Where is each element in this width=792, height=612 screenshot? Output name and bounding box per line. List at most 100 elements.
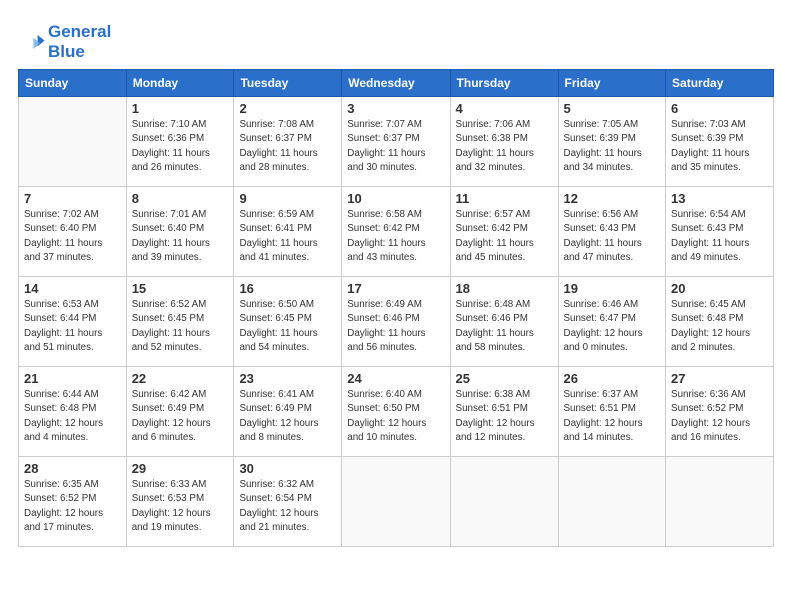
day-info: Sunrise: 7:10 AM Sunset: 6:36 PM Dayligh… [132,118,229,175]
day-number: 25 [456,371,553,386]
calendar-cell: 30 Sunrise: 6:32 AM Sunset: 6:54 PM Dayli… [234,457,342,547]
day-info: Sunrise: 6:32 AM Sunset: 6:54 PM Dayligh… [239,478,336,535]
calendar-cell: 15 Sunrise: 6:52 AM Sunset: 6:45 PM Dayli… [126,277,234,367]
day-info: Sunrise: 7:05 AM Sunset: 6:39 PM Dayligh… [564,118,661,175]
day-header-thursday: Thursday [450,70,558,97]
calendar-cell: 20 Sunrise: 6:45 AM Sunset: 6:48 PM Dayli… [666,277,774,367]
calendar-cell [19,97,127,187]
day-number: 9 [239,191,336,206]
day-info: Sunrise: 6:54 AM Sunset: 6:43 PM Dayligh… [671,208,768,265]
day-number: 2 [239,101,336,116]
calendar-cell: 21Sunrise: 6:44 AM Sunset: 6:48 PM Dayli… [19,367,127,457]
day-number: 28 [24,461,121,476]
page-container: General Blue SundayMondayTuesdayWednesda… [0,0,792,557]
calendar-cell [450,457,558,547]
calendar-cell: 4 Sunrise: 7:06 AM Sunset: 6:38 PM Daylig… [450,97,558,187]
calendar-cell: 13 Sunrise: 6:54 AM Sunset: 6:43 PM Dayli… [666,187,774,277]
calendar-cell: 1 Sunrise: 7:10 AM Sunset: 6:36 PM Daylig… [126,97,234,187]
day-number: 22 [132,371,229,386]
calendar-cell: 16 Sunrise: 6:50 AM Sunset: 6:45 PM Dayli… [234,277,342,367]
day-header-saturday: Saturday [666,70,774,97]
calendar-cell: 8 Sunrise: 7:01 AM Sunset: 6:40 PM Daylig… [126,187,234,277]
day-info: Sunrise: 6:44 AM Sunset: 6:48 PM Dayligh… [24,388,121,445]
day-info: Sunrise: 6:53 AM Sunset: 6:44 PM Dayligh… [24,298,121,355]
calendar-cell: 19Sunrise: 6:46 AM Sunset: 6:47 PM Dayli… [558,277,666,367]
day-info: Sunrise: 7:08 AM Sunset: 6:37 PM Dayligh… [239,118,336,175]
calendar-week-row: 28 Sunrise: 6:35 AM Sunset: 6:52 PM Dayli… [19,457,774,547]
day-info: Sunrise: 7:03 AM Sunset: 6:39 PM Dayligh… [671,118,768,175]
day-number: 27 [671,371,768,386]
day-number: 12 [564,191,661,206]
calendar-cell [666,457,774,547]
day-number: 30 [239,461,336,476]
day-info: Sunrise: 6:37 AM Sunset: 6:51 PM Dayligh… [564,388,661,445]
day-info: Sunrise: 6:41 AM Sunset: 6:49 PM Dayligh… [239,388,336,445]
calendar-cell: 10 Sunrise: 6:58 AM Sunset: 6:42 PM Dayli… [342,187,450,277]
calendar-cell: 5 Sunrise: 7:05 AM Sunset: 6:39 PM Daylig… [558,97,666,187]
day-number: 20 [671,281,768,296]
day-info: Sunrise: 6:59 AM Sunset: 6:41 PM Dayligh… [239,208,336,265]
day-header-monday: Monday [126,70,234,97]
day-info: Sunrise: 6:45 AM Sunset: 6:48 PM Dayligh… [671,298,768,355]
day-number: 10 [347,191,444,206]
day-number: 4 [456,101,553,116]
day-number: 8 [132,191,229,206]
calendar-week-row: 7 Sunrise: 7:02 AM Sunset: 6:40 PM Daylig… [19,187,774,277]
day-number: 29 [132,461,229,476]
calendar-cell: 22 Sunrise: 6:42 AM Sunset: 6:49 PM Dayli… [126,367,234,457]
calendar-cell: 2 Sunrise: 7:08 AM Sunset: 6:37 PM Daylig… [234,97,342,187]
day-info: Sunrise: 7:01 AM Sunset: 6:40 PM Dayligh… [132,208,229,265]
calendar-cell: 14 Sunrise: 6:53 AM Sunset: 6:44 PM Dayli… [19,277,127,367]
header-row: General Blue [18,18,774,61]
day-header-tuesday: Tuesday [234,70,342,97]
day-info: Sunrise: 6:42 AM Sunset: 6:49 PM Dayligh… [132,388,229,445]
logo-icon [18,28,46,56]
calendar-cell: 25Sunrise: 6:38 AM Sunset: 6:51 PM Dayli… [450,367,558,457]
calendar-week-row: 14 Sunrise: 6:53 AM Sunset: 6:44 PM Dayli… [19,277,774,367]
day-info: Sunrise: 6:48 AM Sunset: 6:46 PM Dayligh… [456,298,553,355]
calendar-cell: 24Sunrise: 6:40 AM Sunset: 6:50 PM Dayli… [342,367,450,457]
day-number: 11 [456,191,553,206]
logo: General Blue [18,22,111,61]
logo-text: General Blue [48,22,111,61]
day-number: 18 [456,281,553,296]
day-info: Sunrise: 7:02 AM Sunset: 6:40 PM Dayligh… [24,208,121,265]
day-info: Sunrise: 6:49 AM Sunset: 6:46 PM Dayligh… [347,298,444,355]
calendar-cell: 27 Sunrise: 6:36 AM Sunset: 6:52 PM Dayli… [666,367,774,457]
day-number: 26 [564,371,661,386]
calendar-cell: 12Sunrise: 6:56 AM Sunset: 6:43 PM Dayli… [558,187,666,277]
calendar-cell: 28 Sunrise: 6:35 AM Sunset: 6:52 PM Dayli… [19,457,127,547]
calendar-cell: 26 Sunrise: 6:37 AM Sunset: 6:51 PM Dayli… [558,367,666,457]
calendar-cell: 17 Sunrise: 6:49 AM Sunset: 6:46 PM Dayli… [342,277,450,367]
calendar-cell: 18 Sunrise: 6:48 AM Sunset: 6:46 PM Dayli… [450,277,558,367]
day-info: Sunrise: 6:35 AM Sunset: 6:52 PM Dayligh… [24,478,121,535]
calendar-cell [558,457,666,547]
day-header-sunday: Sunday [19,70,127,97]
day-number: 1 [132,101,229,116]
day-number: 7 [24,191,121,206]
calendar-cell: 3Sunrise: 7:07 AM Sunset: 6:37 PM Daylig… [342,97,450,187]
day-number: 14 [24,281,121,296]
day-number: 13 [671,191,768,206]
day-info: Sunrise: 6:57 AM Sunset: 6:42 PM Dayligh… [456,208,553,265]
day-info: Sunrise: 7:06 AM Sunset: 6:38 PM Dayligh… [456,118,553,175]
day-info: Sunrise: 6:36 AM Sunset: 6:52 PM Dayligh… [671,388,768,445]
day-number: 5 [564,101,661,116]
calendar-week-row: 21Sunrise: 6:44 AM Sunset: 6:48 PM Dayli… [19,367,774,457]
day-info: Sunrise: 6:33 AM Sunset: 6:53 PM Dayligh… [132,478,229,535]
calendar-header-row: SundayMondayTuesdayWednesdayThursdayFrid… [19,70,774,97]
calendar-cell: 29 Sunrise: 6:33 AM Sunset: 6:53 PM Dayli… [126,457,234,547]
calendar-cell: 23Sunrise: 6:41 AM Sunset: 6:49 PM Dayli… [234,367,342,457]
day-number: 17 [347,281,444,296]
day-number: 16 [239,281,336,296]
day-number: 15 [132,281,229,296]
day-header-wednesday: Wednesday [342,70,450,97]
day-number: 24 [347,371,444,386]
day-number: 19 [564,281,661,296]
day-info: Sunrise: 6:58 AM Sunset: 6:42 PM Dayligh… [347,208,444,265]
day-info: Sunrise: 6:50 AM Sunset: 6:45 PM Dayligh… [239,298,336,355]
day-number: 3 [347,101,444,116]
day-info: Sunrise: 6:52 AM Sunset: 6:45 PM Dayligh… [132,298,229,355]
day-header-friday: Friday [558,70,666,97]
calendar-cell [342,457,450,547]
